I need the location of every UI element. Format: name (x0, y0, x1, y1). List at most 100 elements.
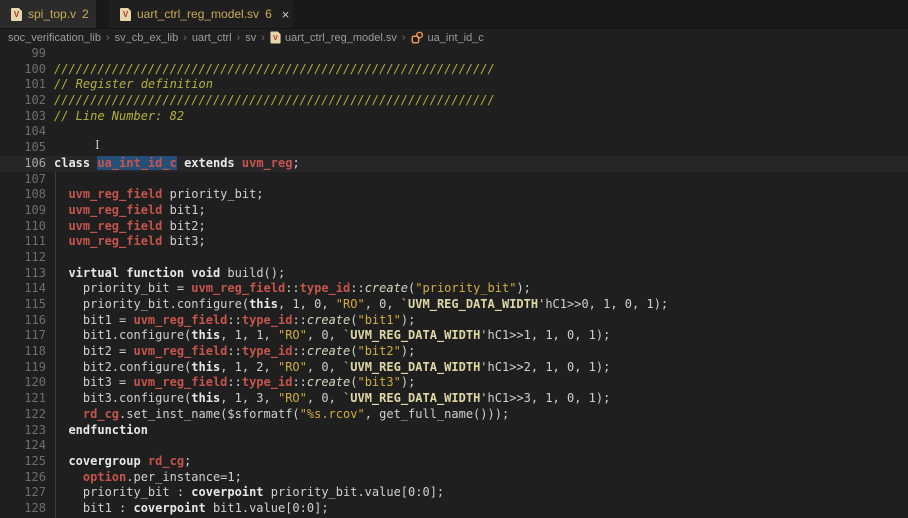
code-line[interactable]: 125 covergroup rd_cg; (0, 454, 908, 470)
line-number[interactable]: 111 (0, 234, 46, 250)
close-icon[interactable]: × (282, 7, 290, 21)
code-line[interactable]: 106 class ua_int_id_c extends uvm_reg; (0, 155, 908, 172)
breadcrumb: soc_verification_lib › sv_cb_ex_lib › uart_c… (0, 29, 908, 46)
line-number[interactable]: 126 (0, 470, 46, 486)
line-number[interactable]: 121 (0, 391, 46, 407)
breadcrumb-item[interactable]: sv_cb_ex_lib (115, 32, 179, 44)
line-number[interactable]: 102 (0, 93, 46, 109)
code-line[interactable]: 116 bit1 = uvm_reg_field::type_id::creat… (0, 313, 908, 329)
breadcrumb-item[interactable]: ua_int_id_c (411, 31, 484, 44)
code-token: uvm_reg_field (133, 375, 228, 390)
code-line[interactable]: 114 priority_bit = uvm_reg_field::type_i… (0, 281, 908, 297)
breadcrumb-separator-icon: › (105, 31, 110, 44)
code-token: bit1.value[0:0]; (205, 500, 329, 515)
code-line[interactable]: 117 bit1.configure(this, 1, 1, "RO", 0, … (0, 328, 908, 344)
line-number[interactable]: 125 (0, 454, 46, 470)
code-line[interactable]: 120 bit3 = uvm_reg_field::type_id::creat… (0, 375, 908, 391)
code-line[interactable]: 115 priority_bit.configure(this, 1, 0, "… (0, 297, 908, 313)
code-text: priority_bit = uvm_reg_field::type_id::c… (46, 281, 531, 297)
code-token: create (364, 281, 409, 296)
code-token: UVM_REG_DATA_WIDTH (350, 328, 481, 343)
breadcrumb-separator-icon: › (261, 31, 265, 44)
code-line[interactable]: 110 uvm_reg_field bit2; (0, 219, 908, 235)
code-line[interactable]: 126 option.per_instance=1; (0, 470, 908, 486)
code-token: UVM_REG_DATA_WIDTH (408, 297, 539, 311)
code-token: :: (227, 344, 242, 359)
code-line[interactable]: 109 uvm_reg_field bit1; (0, 203, 908, 219)
code-line[interactable]: 124 (0, 438, 908, 454)
breadcrumb-item[interactable]: uart_ctrl (192, 32, 232, 44)
line-number[interactable]: 112 (0, 250, 46, 266)
line-number[interactable]: 110 (0, 219, 46, 235)
code-line[interactable]: 103 // Line Number: 82 (0, 109, 908, 125)
line-number[interactable]: 105 (0, 140, 46, 156)
code-line[interactable]: 121 bit3.configure(this, 1, 3, "RO", 0, … (0, 391, 908, 407)
tab-spi-top[interactable]: V spi_top.v 2 (0, 0, 96, 28)
breadcrumb-item[interactable]: soc_verification_lib (8, 32, 101, 44)
code-text: ////////////////////////////////////////… (46, 62, 495, 78)
code-line[interactable]: 127 priority_bit : coverpoint priority_b… (0, 485, 908, 501)
code-line[interactable]: 108 uvm_reg_field priority_bit; (0, 187, 908, 203)
code-line[interactable]: 104 (0, 124, 908, 140)
code-line[interactable]: 100 /////////////////////////////////////… (0, 62, 908, 78)
line-number[interactable]: 127 (0, 485, 46, 501)
code-line[interactable]: 105 (0, 140, 908, 156)
code-line[interactable]: 102 /////////////////////////////////////… (0, 93, 908, 109)
line-number[interactable]: 107 (0, 172, 46, 188)
line-number[interactable]: 113 (0, 266, 46, 282)
code-text: bit2.configure(this, 1, 2, "RO", 0, `UVM… (46, 360, 610, 376)
line-number[interactable]: 116 (0, 313, 46, 329)
breadcrumb-item[interactable]: sv (245, 32, 256, 44)
code-token: bit2.configure( (54, 359, 192, 374)
code-line[interactable]: 119 bit2.configure(this, 1, 2, "RO", 0, … (0, 360, 908, 376)
code-line[interactable]: 99 (0, 46, 908, 62)
code-line[interactable]: 111 uvm_reg_field bit3; (0, 234, 908, 250)
code-token: extends (184, 155, 235, 170)
code-line[interactable]: 118 bit2 = uvm_reg_field::type_id::creat… (0, 344, 908, 360)
line-number[interactable]: 119 (0, 360, 46, 376)
code-token: "RO" (277, 391, 307, 406)
line-number[interactable]: 103 (0, 109, 46, 125)
code-line[interactable]: 107 (0, 172, 908, 188)
line-number[interactable]: 124 (0, 438, 46, 454)
code-token: // Line Number: 82 (54, 108, 185, 123)
code-editor[interactable]: 99 100 ///////////////////////////////////… (0, 46, 908, 518)
line-number[interactable]: 115 (0, 297, 46, 313)
code-token: .set_inst_name($sformatf( (119, 406, 300, 421)
line-number[interactable]: 106 (0, 156, 46, 172)
breadcrumb-separator-icon: › (401, 31, 406, 44)
code-line[interactable]: 128 bit1 : coverpoint bit1.value[0:0]; (0, 501, 908, 517)
code-line[interactable]: 123 endfunction (0, 423, 908, 439)
line-number[interactable]: 108 (0, 187, 46, 203)
code-text: class ua_int_id_c extends uvm_reg; (46, 155, 300, 172)
code-line[interactable]: 101 // Register definition (0, 77, 908, 93)
line-number[interactable]: 100 (0, 62, 46, 78)
line-number[interactable]: 104 (0, 124, 46, 140)
breadcrumb-label: uart_ctrl (191, 31, 232, 44)
line-number[interactable]: 118 (0, 344, 46, 360)
code-token: ; (184, 453, 192, 468)
line-number[interactable]: 117 (0, 328, 46, 344)
code-token: "%s.rcov" (299, 406, 365, 421)
line-number[interactable]: 101 (0, 77, 46, 93)
line-number[interactable]: 120 (0, 375, 46, 391)
line-number[interactable]: 122 (0, 407, 46, 423)
line-number[interactable]: 114 (0, 281, 46, 297)
code-line[interactable]: 122 rd_cg.set_inst_name($sformatf("%s.rc… (0, 407, 908, 423)
line-number[interactable]: 109 (0, 203, 46, 219)
line-number[interactable]: 123 (0, 423, 46, 439)
code-token: this (191, 359, 221, 374)
code-token: bit1 : (54, 500, 134, 515)
code-token: "RO" (335, 297, 365, 311)
code-token: , 0, ` (306, 391, 351, 406)
line-number[interactable]: 99 (0, 46, 46, 62)
line-number[interactable]: 128 (0, 501, 46, 517)
code-line[interactable]: 112 (0, 250, 908, 266)
code-token: :: (292, 375, 307, 390)
code-line[interactable]: 113 virtual function void build(); (0, 266, 908, 282)
breadcrumb-item[interactable]: Vuart_ctrl_reg_model.sv (270, 31, 397, 44)
tab-uart-ctrl-reg-model[interactable]: V uart_ctrl_reg_model.sv 6 × (109, 0, 293, 28)
tab-label: uart_ctrl_reg_model.sv (137, 7, 260, 21)
